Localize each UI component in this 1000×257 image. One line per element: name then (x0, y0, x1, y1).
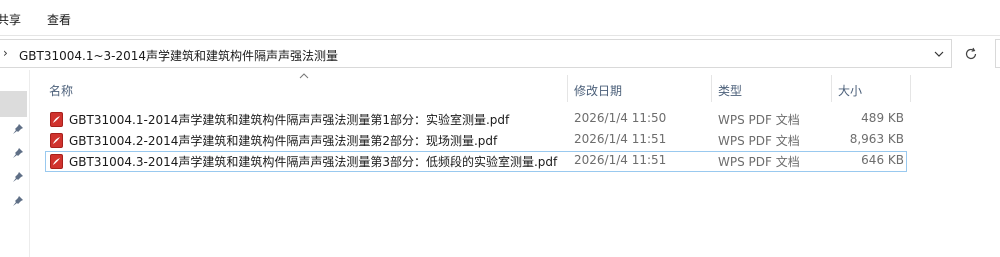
pdf-file-icon (50, 112, 63, 127)
navigation-pane (0, 70, 30, 257)
column-header-size[interactable]: 大小 (838, 82, 862, 99)
pin-icon (13, 124, 23, 134)
address-history-dropdown[interactable] (928, 40, 950, 67)
column-header-name[interactable]: 名称 (49, 82, 73, 99)
file-name: GBT31004.1-2014声学建筑和建筑构件隔声声强法测量第1部分：实验室测… (69, 113, 510, 127)
pdf-file-icon (50, 154, 63, 169)
refresh-button[interactable] (956, 39, 986, 68)
file-type: WPS PDF 文档 (718, 113, 800, 127)
chevron-down-icon (934, 51, 944, 57)
pdf-file-icon (50, 133, 63, 148)
file-name: GBT31004.2-2014声学建筑和建筑构件隔声声强法测量第2部分：现场测量… (69, 134, 498, 148)
chevron-right-icon[interactable]: › (3, 46, 8, 60)
refresh-icon (965, 47, 977, 59)
file-modified-date: 2026/1/4 11:51 (574, 132, 667, 146)
column-header-type[interactable]: 类型 (718, 82, 742, 99)
file-row-selected[interactable]: GBT31004.3-2014声学建筑和建筑构件隔声声强法测量第3部分：低频段的… (45, 151, 907, 172)
file-size: 489 KB (861, 111, 904, 125)
file-modified-date: 2026/1/4 11:50 (574, 111, 667, 125)
file-type: WPS PDF 文档 (718, 155, 800, 169)
column-divider[interactable] (910, 75, 911, 102)
file-type: WPS PDF 文档 (718, 134, 800, 148)
column-divider[interactable] (567, 75, 568, 102)
column-divider[interactable] (711, 75, 712, 102)
address-row: › GBT31004.1~3-2014声学建筑和建筑构件隔声声强法测量 (0, 37, 1000, 70)
search-box-edge[interactable] (995, 39, 1000, 68)
file-row[interactable]: GBT31004.1-2014声学建筑和建筑构件隔声声强法测量第1部分：实验室测… (45, 109, 907, 130)
sort-ascending-icon (299, 73, 309, 79)
file-size: 8,963 KB (849, 132, 904, 146)
menu-view[interactable]: 查看 (47, 11, 71, 28)
file-row[interactable]: GBT31004.2-2014声学建筑和建筑构件隔声声强法测量第2部分：现场测量… (45, 130, 907, 151)
column-header-date[interactable]: 修改日期 (574, 82, 622, 99)
column-divider[interactable] (831, 75, 832, 102)
menu-share[interactable]: 共享 (0, 11, 21, 28)
nav-selected-item[interactable] (0, 91, 27, 117)
address-bar[interactable]: › GBT31004.1~3-2014声学建筑和建筑构件隔声声强法测量 (0, 39, 952, 68)
file-name: GBT31004.3-2014声学建筑和建筑构件隔声声强法测量第3部分：低频段的… (69, 155, 558, 169)
menu-bar: 共享 查看 (0, 0, 1000, 36)
file-modified-date: 2026/1/4 11:51 (574, 153, 667, 167)
file-size: 646 KB (861, 153, 904, 167)
pin-icon (13, 148, 23, 158)
pin-icon (13, 196, 23, 206)
pin-icon (13, 172, 23, 182)
breadcrumb-folder[interactable]: GBT31004.1~3-2014声学建筑和建筑构件隔声声强法测量 (19, 47, 338, 64)
